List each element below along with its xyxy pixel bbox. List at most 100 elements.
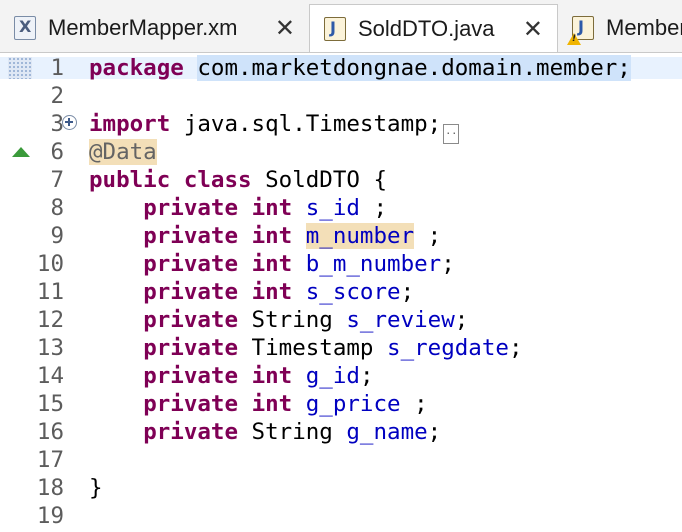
tab-member-java[interactable]: J Member bbox=[558, 4, 682, 52]
field-token: g_name bbox=[346, 419, 428, 445]
tab-member-mapper-xml[interactable]: X MemberMapper.xm ✕ bbox=[0, 4, 310, 52]
code-line[interactable]: 12 private String s_review; bbox=[0, 306, 682, 334]
line-number: 16 bbox=[36, 419, 64, 445]
line-number: 9 bbox=[50, 223, 64, 249]
expand-fold-icon[interactable] bbox=[62, 115, 77, 130]
code-line[interactable]: 6 @Data bbox=[0, 138, 682, 166]
code-text: private String g_name; bbox=[89, 418, 441, 446]
keyword-token: int bbox=[251, 279, 293, 305]
code-text: private int b_m_number; bbox=[89, 250, 455, 278]
close-icon[interactable]: ✕ bbox=[275, 16, 295, 40]
field-token: s_review bbox=[346, 307, 455, 333]
code-line[interactable]: 17 bbox=[0, 446, 682, 474]
keyword-token: private bbox=[143, 223, 239, 249]
keyword-token: private bbox=[143, 363, 239, 389]
code-text: private Timestamp s_regdate; bbox=[89, 334, 523, 362]
keyword-token: package bbox=[89, 55, 184, 81]
code-line[interactable]: 1 package com.marketdongnae.domain.member… bbox=[0, 54, 682, 82]
code-token: ; bbox=[359, 195, 388, 221]
code-line[interactable]: 10 private int b_m_number; bbox=[0, 250, 682, 278]
warning-icon bbox=[567, 33, 581, 45]
code-text: package com.marketdongnae.domain.member; bbox=[89, 54, 631, 82]
code-line[interactable]: 8 private int s_id ; bbox=[0, 194, 682, 222]
code-line[interactable]: 15 private int g_price ; bbox=[0, 390, 682, 418]
field-token: s_score bbox=[305, 279, 401, 305]
code-editor[interactable]: 1 package com.marketdongnae.domain.member… bbox=[0, 53, 682, 532]
keyword-token: private bbox=[143, 279, 239, 305]
code-text: private int g_price ; bbox=[89, 390, 428, 418]
code-text: private String s_review; bbox=[89, 306, 468, 334]
editor-tab-bar: X MemberMapper.xm ✕ J SoldDTO.java ✕ J M… bbox=[0, 0, 682, 53]
annotation-token: @Data bbox=[89, 139, 157, 165]
close-icon[interactable]: ✕ bbox=[523, 17, 543, 41]
keyword-token: public bbox=[89, 167, 171, 193]
code-text: private int s_score; bbox=[89, 278, 414, 306]
code-line[interactable]: 14 private int g_id; bbox=[0, 362, 682, 390]
field-token: s_regdate bbox=[387, 335, 509, 361]
code-token: ; bbox=[508, 335, 523, 361]
code-text: private int m_number ; bbox=[89, 222, 441, 250]
code-line[interactable]: 13 private Timestamp s_regdate; bbox=[0, 334, 682, 362]
field-token: g_id bbox=[305, 363, 360, 389]
code-line[interactable]: 2 bbox=[0, 82, 682, 110]
line-number: 10 bbox=[36, 251, 64, 277]
code-token: String bbox=[238, 419, 347, 445]
line-number: 3 bbox=[50, 111, 64, 137]
code-token: ; bbox=[427, 419, 442, 445]
keyword-token: private bbox=[143, 419, 239, 445]
code-line[interactable]: 16 private String g_name; bbox=[0, 418, 682, 446]
keyword-token: import bbox=[89, 111, 171, 137]
code-line[interactable]: 11 private int s_score; bbox=[0, 278, 682, 306]
line-number: 6 bbox=[50, 139, 64, 165]
code-line[interactable]: 7 public class SoldDTO { bbox=[0, 166, 682, 194]
line-number: 7 bbox=[50, 167, 64, 193]
keyword-token: class bbox=[183, 167, 252, 193]
tab-label: SoldDTO.java bbox=[358, 15, 495, 41]
line-number: 18 bbox=[36, 475, 64, 501]
code-token: ; bbox=[414, 223, 442, 249]
keyword-token: int bbox=[251, 363, 293, 389]
keyword-token: private bbox=[143, 335, 239, 361]
field-token: b_m_number bbox=[305, 251, 442, 277]
keyword-token: int bbox=[251, 251, 293, 277]
code-line[interactable]: 9 private int m_number ; bbox=[0, 222, 682, 250]
line-number: 1 bbox=[50, 55, 64, 81]
code-token: } bbox=[89, 475, 103, 501]
code-text: @Data bbox=[89, 138, 157, 166]
code-line[interactable]: 19 bbox=[0, 502, 682, 530]
keyword-token: private bbox=[143, 251, 239, 277]
code-token: java.sql.Timestamp; bbox=[170, 111, 442, 137]
code-token: ; bbox=[400, 391, 428, 417]
line-number: 11 bbox=[36, 279, 64, 305]
code-token: ; bbox=[359, 363, 374, 389]
code-text: private int g_id; bbox=[89, 362, 373, 390]
code-line[interactable]: 18} bbox=[0, 474, 682, 502]
code-text: private int s_id ; bbox=[89, 194, 387, 222]
code-token: SoldDTO { bbox=[251, 167, 388, 193]
code-text: public class SoldDTO { bbox=[89, 166, 387, 194]
tab-sold-dto-java[interactable]: J SoldDTO.java ✕ bbox=[310, 4, 558, 52]
java-file-warning-icon: J bbox=[567, 16, 594, 45]
keyword-token: private bbox=[143, 391, 239, 417]
java-file-icon: J bbox=[324, 16, 346, 41]
code-line[interactable]: 3 import java.sql.Timestamp;.. bbox=[0, 110, 682, 144]
field-token: m_number bbox=[305, 223, 415, 249]
keyword-token: private bbox=[143, 195, 239, 221]
